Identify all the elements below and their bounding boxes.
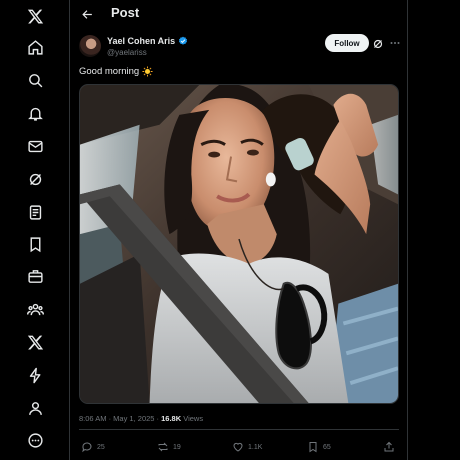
author-name[interactable]: Yael Cohen Aris (107, 36, 188, 46)
back-arrow-icon[interactable] (76, 3, 98, 25)
like-count: 1.1K (248, 443, 263, 451)
more-icon[interactable] (21, 426, 49, 454)
sun-emoji-icon (142, 66, 153, 77)
verified-orgs-icon[interactable] (21, 361, 49, 389)
grok-icon[interactable] (21, 165, 49, 193)
post-header: Post (70, 0, 408, 28)
author-name-text: Yael Cohen Aris (107, 36, 176, 46)
x-logo-icon[interactable] (21, 2, 49, 30)
repost-button[interactable]: 19 (157, 436, 181, 458)
grok-icon[interactable] (372, 37, 384, 49)
profile-icon[interactable] (21, 394, 49, 422)
repost-icon (158, 442, 168, 452)
search-icon[interactable] (21, 66, 49, 94)
communities-icon[interactable] (21, 295, 49, 323)
share-icon (384, 441, 394, 452)
reply-count: 25 (97, 443, 105, 451)
post-metadata: 8:06 AM · May 1, 2025 · 16.8K Views (79, 414, 203, 423)
views-count: 16.8K (161, 414, 182, 423)
verified-badge-icon (179, 36, 188, 45)
bookmark-icon (309, 442, 317, 453)
bookmark-button[interactable]: 65 (307, 436, 331, 458)
repost-count: 19 (173, 443, 181, 451)
bookmarks-icon[interactable] (21, 230, 49, 258)
like-button[interactable]: 1.1K (232, 436, 262, 458)
post-text-content: Good morning (79, 66, 140, 77)
notifications-icon[interactable] (21, 99, 49, 127)
post-text: Good morning (79, 66, 153, 77)
post-column: Post Yael Cohen Aris @yaelariss Follow G… (70, 0, 408, 460)
premium-icon[interactable] (21, 328, 49, 356)
messages-icon[interactable] (21, 132, 49, 160)
bookmark-count: 65 (323, 443, 331, 451)
heart-icon (233, 442, 243, 452)
follow-button[interactable]: Follow (325, 34, 369, 52)
views-label: Views (181, 414, 204, 423)
page-title: Post (111, 5, 140, 20)
reply-icon (82, 442, 92, 453)
post-photo[interactable] (79, 84, 399, 404)
jobs-icon[interactable] (21, 262, 49, 290)
more-options-icon[interactable] (389, 37, 401, 49)
action-bar: 25 19 1.1K 65 (70, 436, 408, 458)
sidebar (0, 0, 70, 460)
right-gutter (408, 0, 460, 460)
share-button[interactable] (383, 436, 395, 458)
post-timestamp[interactable]: 8:06 AM · May 1, 2025 · (79, 414, 161, 423)
avatar[interactable] (79, 35, 101, 57)
lists-icon[interactable] (21, 198, 49, 226)
reply-button[interactable]: 25 (81, 436, 105, 458)
divider (79, 429, 399, 430)
author-handle[interactable]: @yaelariss (107, 48, 147, 57)
home-icon[interactable] (21, 33, 49, 61)
